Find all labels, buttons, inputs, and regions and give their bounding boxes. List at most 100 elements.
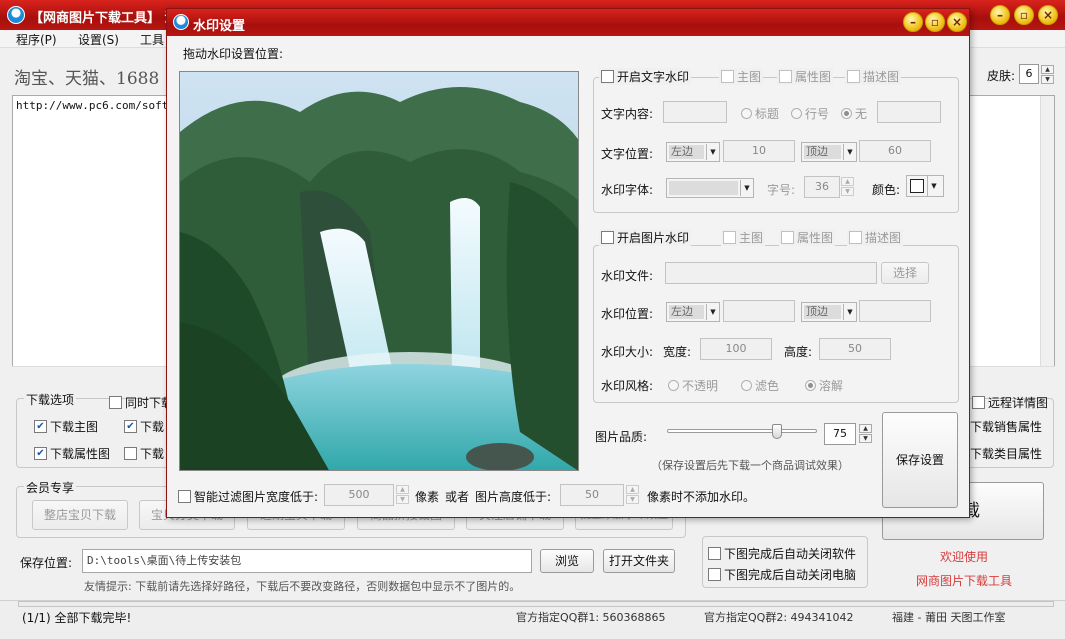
radio-icon[interactable] [741, 380, 752, 391]
checkbox-icon[interactable] [601, 231, 614, 244]
img-v-value-input[interactable] [859, 300, 931, 322]
checkbox-icon[interactable] [124, 447, 137, 460]
checkbox-icon[interactable] [109, 396, 122, 409]
checkbox-icon[interactable] [847, 70, 860, 83]
filter-height-down-icon[interactable]: ▼ [626, 495, 639, 504]
chevron-down-icon: ▼ [843, 144, 856, 160]
color-picker[interactable]: ▼ [906, 175, 944, 197]
menu-tools[interactable]: 工具 [140, 31, 164, 48]
opt-simultaneous[interactable]: 同时下载 [109, 394, 173, 411]
text-opt-row[interactable]: 行号 [791, 105, 829, 122]
text-v-value-input[interactable]: 60 [859, 140, 931, 162]
text-watermark-enable[interactable]: 开启文字水印 [599, 68, 692, 85]
text-opt-none[interactable]: 无 [841, 105, 867, 122]
style-dissolve[interactable]: 溶解 [805, 377, 843, 394]
url-vscrollbar[interactable] [1040, 96, 1054, 366]
checkbox-icon[interactable] [178, 490, 191, 503]
filter-width-up-icon[interactable]: ▲ [396, 485, 409, 494]
opt-download-2[interactable]: ✔ 下载 [124, 418, 164, 435]
skin-input[interactable]: 6 [1019, 64, 1039, 84]
smart-filter[interactable]: 智能过滤图片宽度低于: [178, 488, 318, 505]
checkbox-icon[interactable] [708, 547, 721, 560]
quality-up-icon[interactable]: ▲ [859, 424, 872, 433]
font-size-up-icon[interactable]: ▲ [841, 177, 854, 186]
checkbox-icon[interactable] [779, 70, 792, 83]
dialog-close-button[interactable]: × [947, 12, 967, 32]
checkbox-icon[interactable] [721, 70, 734, 83]
wm-file-input[interactable] [665, 262, 877, 284]
checkbox-icon[interactable] [708, 568, 721, 581]
dialog-maximize-button[interactable]: ▫ [925, 12, 945, 32]
checkbox-checked-icon[interactable]: ✔ [34, 420, 47, 433]
img-wm-main-label: 主图 [739, 231, 764, 245]
watermark-preview-image[interactable] [179, 71, 579, 471]
img-h-align-select[interactable]: 左边 ▼ [666, 302, 720, 322]
checkbox-icon[interactable] [849, 231, 862, 244]
wm-style-label: 水印风格: [601, 379, 654, 393]
text-extra-input[interactable] [877, 101, 941, 123]
dialog-minimize-button[interactable]: – [903, 12, 923, 32]
text-wm-main[interactable]: 主图 [719, 68, 764, 85]
text-wm-attr[interactable]: 属性图 [777, 68, 834, 85]
text-wm-desc[interactable]: 描述图 [845, 68, 902, 85]
img-wm-attr[interactable]: 属性图 [779, 229, 836, 246]
save-path-input[interactable]: D:\tools\桌面\待上传安装包 [82, 549, 532, 573]
skin-down-icon[interactable]: ▼ [1041, 75, 1054, 84]
text-v-align-select[interactable]: 顶边 ▼ [801, 142, 857, 162]
menu-settings[interactable]: 设置(S) [78, 31, 119, 48]
opt-download-4[interactable]: 下载 [124, 445, 164, 462]
open-folder-button[interactable]: 打开文件夹 [603, 549, 675, 573]
quality-slider-thumb[interactable] [772, 424, 782, 439]
img-h-value-input[interactable] [723, 300, 795, 322]
text-h-align-select[interactable]: 左边 ▼ [666, 142, 720, 162]
save-settings-button[interactable]: 保存设置 [882, 412, 958, 508]
main-close-button[interactable]: × [1038, 5, 1058, 25]
main-minimize-button[interactable]: – [990, 5, 1010, 25]
font-size-down-icon[interactable]: ▼ [841, 187, 854, 196]
shop-download-button[interactable]: 整店宝贝下载 [32, 500, 128, 530]
font-size-input[interactable]: 36 [804, 176, 840, 198]
skin-up-icon[interactable]: ▲ [1041, 65, 1054, 74]
img-wm-desc[interactable]: 描述图 [847, 229, 904, 246]
style-screen[interactable]: 滤色 [741, 377, 779, 394]
quality-down-icon[interactable]: ▼ [859, 434, 872, 443]
checkbox-icon[interactable] [781, 231, 794, 244]
wm-height-input[interactable]: 50 [819, 338, 891, 360]
wm-width-input[interactable]: 100 [700, 338, 772, 360]
radio-icon[interactable] [741, 108, 752, 119]
opt-attr-image[interactable]: ✔ 下载属性图 [34, 445, 110, 462]
radio-icon[interactable] [668, 380, 679, 391]
opt-main-image[interactable]: ✔ 下载主图 [34, 418, 98, 435]
main-maximize-button[interactable]: ▫ [1014, 5, 1034, 25]
choose-file-button[interactable]: 选择 [881, 262, 929, 284]
font-select[interactable]: ▼ [666, 178, 754, 198]
filter-height-input[interactable]: 50 [560, 484, 624, 506]
image-watermark-enable[interactable]: 开启图片水印 [599, 229, 692, 246]
checkbox-icon[interactable] [972, 396, 985, 409]
checkbox-checked-icon[interactable]: ✔ [124, 420, 137, 433]
menu-program[interactable]: 程序(P) [16, 31, 57, 48]
radio-selected-icon[interactable] [805, 380, 816, 391]
auto-close-soft[interactable]: 下图完成后自动关闭软件 [708, 545, 856, 562]
opt-category-attr[interactable]: 下载类目属性 [970, 445, 1042, 462]
radio-icon[interactable] [791, 108, 802, 119]
quality-slider[interactable] [667, 424, 817, 439]
checkbox-checked-icon[interactable]: ✔ [34, 447, 47, 460]
opt-remote-detail[interactable]: 远程详情图 [972, 394, 1048, 411]
browse-button[interactable]: 浏览 [540, 549, 594, 573]
radio-selected-icon[interactable] [841, 108, 852, 119]
filter-width-down-icon[interactable]: ▼ [396, 495, 409, 504]
text-opt-title[interactable]: 标题 [741, 105, 779, 122]
img-wm-main[interactable]: 主图 [721, 229, 766, 246]
quality-input[interactable]: 75 [824, 423, 856, 445]
text-content-input[interactable] [663, 101, 727, 123]
opt-sales-attr[interactable]: 下载销售属性 [970, 418, 1042, 435]
style-opaque[interactable]: 不透明 [668, 377, 718, 394]
filter-width-input[interactable]: 500 [324, 484, 394, 506]
text-h-value-input[interactable]: 10 [723, 140, 795, 162]
checkbox-icon[interactable] [723, 231, 736, 244]
checkbox-icon[interactable] [601, 70, 614, 83]
img-v-align-select[interactable]: 顶边 ▼ [801, 302, 857, 322]
filter-height-up-icon[interactable]: ▲ [626, 485, 639, 494]
auto-close-pc[interactable]: 下图完成后自动关闭电脑 [708, 566, 856, 583]
